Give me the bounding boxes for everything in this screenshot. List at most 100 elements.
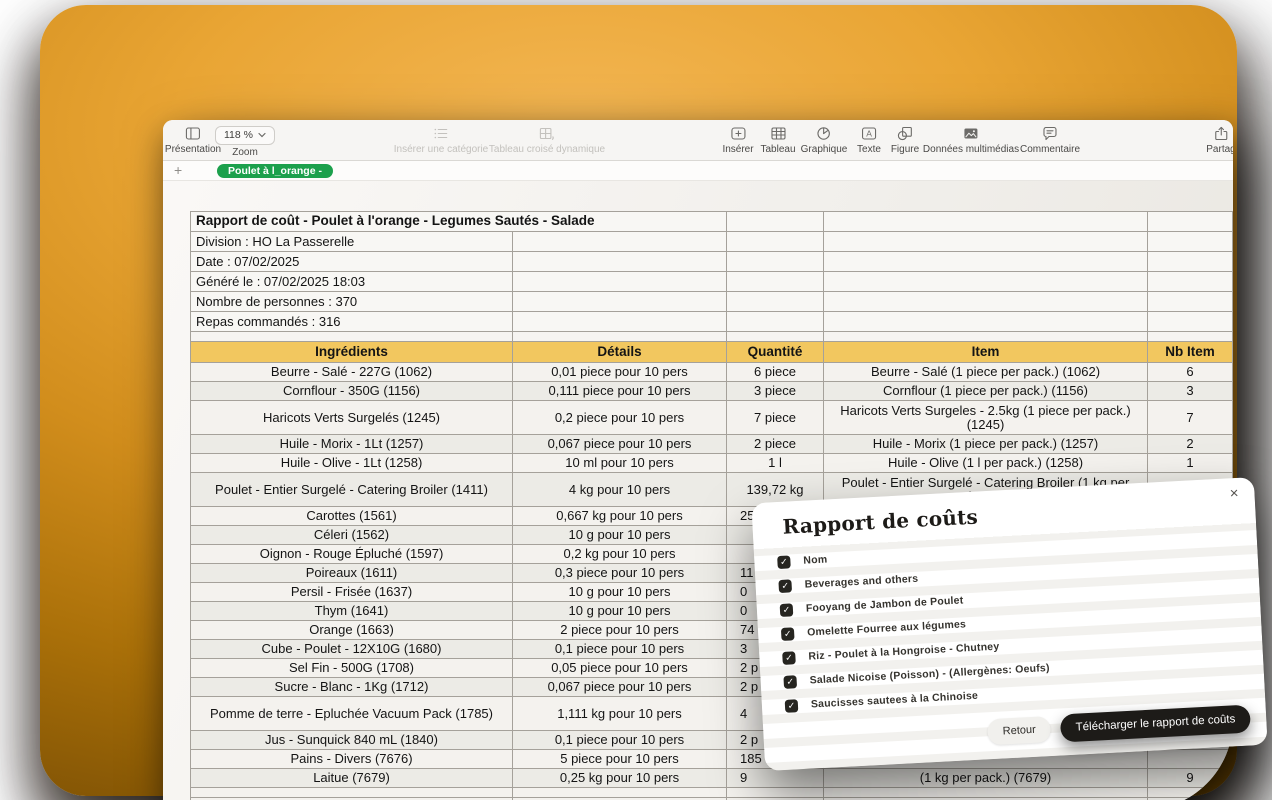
header-cell[interactable]: Item [824,342,1148,363]
cell[interactable]: 0,2 kg pour 10 pers [513,545,727,564]
cell[interactable]: Pains - Divers (7676) [191,750,513,769]
cell[interactable] [1148,332,1233,342]
cell[interactable] [1148,312,1233,332]
back-button[interactable]: Retour [987,716,1051,745]
cell[interactable] [1148,292,1233,312]
cell[interactable]: Beurre - Salé (1 piece per pack.) (1062) [824,363,1148,382]
cell[interactable]: Laitue (7679) [191,769,513,788]
cell[interactable]: Rapport de coût - Poulet à l'orange - Le… [191,212,727,232]
cell[interactable]: 10 ml pour 10 pers [513,454,727,473]
cell[interactable]: 1 l [727,454,824,473]
cell[interactable] [513,232,727,252]
cell[interactable] [824,232,1148,252]
cell[interactable]: 3 [1148,382,1233,401]
cell[interactable]: 0,1 piece pour 10 pers [513,640,727,659]
cell[interactable]: Poulet - Entier Surgelé - Catering Broil… [191,473,513,507]
cell[interactable]: 2 piece [727,435,824,454]
cell[interactable]: Sucre - Blanc - 1Kg (1712) [191,678,513,697]
add-sheet-button[interactable]: + [174,161,182,180]
cell[interactable]: 10 g pour 10 pers [513,583,727,602]
chart-button[interactable]: Graphique [801,125,848,155]
cell[interactable]: 0,067 piece pour 10 pers [513,678,727,697]
table-button[interactable]: Tableau [760,125,795,155]
checkbox-checked-icon[interactable]: ✓ [778,579,792,593]
cell[interactable] [513,272,727,292]
checkbox-checked-icon[interactable]: ✓ [782,651,796,665]
cell[interactable]: 10 g pour 10 pers [513,526,727,545]
cell[interactable]: 1 [1148,454,1233,473]
header-cell[interactable]: Ingrédients [191,342,513,363]
cell[interactable]: 0,667 kg pour 10 pers [513,507,727,526]
cell[interactable]: 7 [1148,401,1233,435]
cell[interactable]: 9 [1148,769,1233,788]
cell[interactable]: 2 piece pour 10 pers [513,621,727,640]
cell[interactable]: Sel Fin - 500G (1708) [191,659,513,678]
shape-button[interactable]: Figure [891,125,919,155]
text-button[interactable]: A Texte [857,125,881,155]
cell[interactable]: 10 g pour 10 pers [513,602,727,621]
cell[interactable]: Poireaux (1611) [191,564,513,583]
cell[interactable]: (1 kg per pack.) (7679) [824,769,1148,788]
cell[interactable] [1148,232,1233,252]
cell[interactable] [824,212,1148,232]
cell[interactable]: 0,3 piece pour 10 pers [513,564,727,583]
cell[interactable]: 0,2 piece pour 10 pers [513,401,727,435]
cell[interactable] [727,312,824,332]
cell[interactable]: Haricots Verts Surgeles - 2.5kg (1 piece… [824,401,1148,435]
checkbox-checked-icon[interactable]: ✓ [780,603,794,617]
cell[interactable] [727,272,824,292]
cell[interactable] [824,292,1148,312]
cell[interactable]: Division : HO La Passerelle [191,232,513,252]
cell[interactable]: Carottes (1561) [191,507,513,526]
cell[interactable]: 9 [727,769,824,788]
cell[interactable]: 0,01 piece pour 10 pers [513,363,727,382]
cell[interactable]: Huile - Olive (1 l per pack.) (1258) [824,454,1148,473]
cell[interactable]: Généré le : 07/02/2025 18:03 [191,272,513,292]
checkbox-checked-icon[interactable]: ✓ [777,555,791,569]
cell[interactable] [1148,750,1233,769]
cell[interactable] [513,252,727,272]
cell[interactable] [824,272,1148,292]
cell[interactable] [824,788,1148,798]
cell[interactable]: 0,25 kg pour 10 pers [513,769,727,788]
cell[interactable] [513,332,727,342]
cell[interactable] [513,312,727,332]
cell[interactable] [727,332,824,342]
cell[interactable]: 7 piece [727,401,824,435]
cell[interactable]: Céleri (1562) [191,526,513,545]
checkbox-checked-icon[interactable]: ✓ [781,627,795,641]
download-report-button[interactable]: Télécharger le rapport de coûts [1060,705,1251,743]
cell[interactable] [191,332,513,342]
cell[interactable]: Haricots Verts Surgelés (1245) [191,401,513,435]
cell[interactable]: Date : 07/02/2025 [191,252,513,272]
cell[interactable]: Cornflour (1 piece per pack.) (1156) [824,382,1148,401]
cell[interactable]: Beurre - Salé - 227G (1062) [191,363,513,382]
cell[interactable]: Nombre de personnes : 370 [191,292,513,312]
presentation-button[interactable]: Présentation [165,125,221,155]
media-button[interactable]: Données multimédias [923,125,1019,155]
zoom-control[interactable]: 118 % Zoom [215,125,275,158]
checkbox-checked-icon[interactable]: ✓ [783,675,797,689]
cell[interactable] [727,232,824,252]
cell[interactable]: Orange (1663) [191,621,513,640]
comment-button[interactable]: Commentaire [1020,125,1080,155]
cell[interactable]: Cornflour - 350G (1156) [191,382,513,401]
cell[interactable]: Huile - Olive - 1Lt (1258) [191,454,513,473]
insert-button[interactable]: Insérer [722,125,753,155]
header-cell[interactable]: Détails [513,342,727,363]
cell[interactable] [1148,212,1233,232]
cell[interactable] [727,212,824,232]
header-cell[interactable]: Nb Item [1148,342,1233,363]
cell[interactable] [727,292,824,312]
cell[interactable]: Jus - Sunquick 840 mL (1840) [191,731,513,750]
cell[interactable]: 2 [1148,435,1233,454]
cell[interactable]: Oignon - Rouge Épluché (1597) [191,545,513,564]
cell[interactable]: Persil - Frisée (1637) [191,583,513,602]
cell[interactable]: 5 piece pour 10 pers [513,750,727,769]
cell[interactable] [513,292,727,312]
cell[interactable]: 0,067 piece pour 10 pers [513,435,727,454]
cell[interactable] [1148,272,1233,292]
cell[interactable]: 0,05 piece pour 10 pers [513,659,727,678]
cell[interactable]: 0,1 piece pour 10 pers [513,731,727,750]
header-cell[interactable]: Quantité [727,342,824,363]
